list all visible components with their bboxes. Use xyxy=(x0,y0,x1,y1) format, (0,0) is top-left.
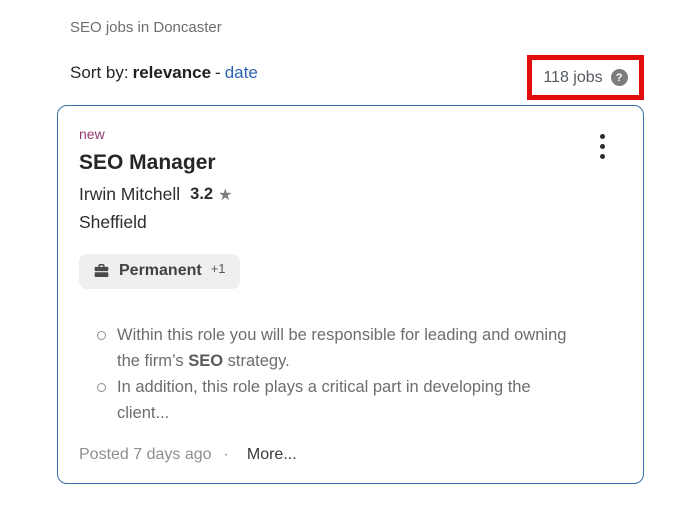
job-type-label: Permanent xyxy=(119,262,202,280)
job-location: Sheffield xyxy=(79,212,147,233)
job-snippet-list: Within this role you will be responsible… xyxy=(79,322,622,426)
star-icon: ★ xyxy=(218,186,233,204)
job-search-results-page: SEO jobs in Doncaster Sort by: relevance -… xyxy=(0,0,693,516)
kebab-dot xyxy=(600,134,605,139)
snippet-text: Within this role you will be responsible… xyxy=(117,326,567,371)
sort-separator: - xyxy=(215,63,221,82)
results-header: SEO jobs in Doncaster xyxy=(70,19,222,36)
more-link[interactable]: More... xyxy=(247,446,297,464)
snippet-text: In addition, this role plays a critical … xyxy=(117,378,531,423)
jobs-count-highlight-box: 118 jobs ? xyxy=(527,55,644,100)
posted-date: Posted 7 days ago xyxy=(79,446,212,463)
job-card[interactable]: new SEO Manager Irwin Mitchell 3.2 ★ She… xyxy=(57,105,644,484)
bullet-marker-icon xyxy=(97,331,106,341)
kebab-dot xyxy=(600,154,605,159)
footer-separator: · xyxy=(223,446,229,463)
job-type-extra-count: +1 xyxy=(210,260,226,276)
company-name[interactable]: Irwin Mitchell xyxy=(79,184,180,205)
snippet-item: In addition, this role plays a critical … xyxy=(97,374,622,426)
briefcase-icon xyxy=(93,263,110,280)
company-rating: 3.2 xyxy=(190,185,214,204)
snippet-item: Within this role you will be responsible… xyxy=(97,322,622,374)
company-row: Irwin Mitchell 3.2 ★ xyxy=(79,184,622,205)
new-badge: new xyxy=(79,126,105,142)
sort-option-relevance[interactable]: relevance xyxy=(133,63,211,82)
sort-option-date[interactable]: date xyxy=(225,63,258,82)
bullet-marker-icon xyxy=(97,383,106,393)
sort-by-label: Sort by: xyxy=(70,63,129,82)
kebab-dot xyxy=(600,144,605,149)
job-title[interactable]: SEO Manager xyxy=(79,150,622,175)
sort-bar: Sort by: relevance - date xyxy=(70,63,258,83)
kebab-menu-button[interactable] xyxy=(596,130,609,163)
job-type-badge: Permanent +1 xyxy=(79,254,240,290)
help-icon[interactable]: ? xyxy=(610,69,628,86)
jobs-count-label: 118 jobs xyxy=(543,68,603,86)
card-footer: Posted 7 days ago · More... xyxy=(79,446,297,464)
